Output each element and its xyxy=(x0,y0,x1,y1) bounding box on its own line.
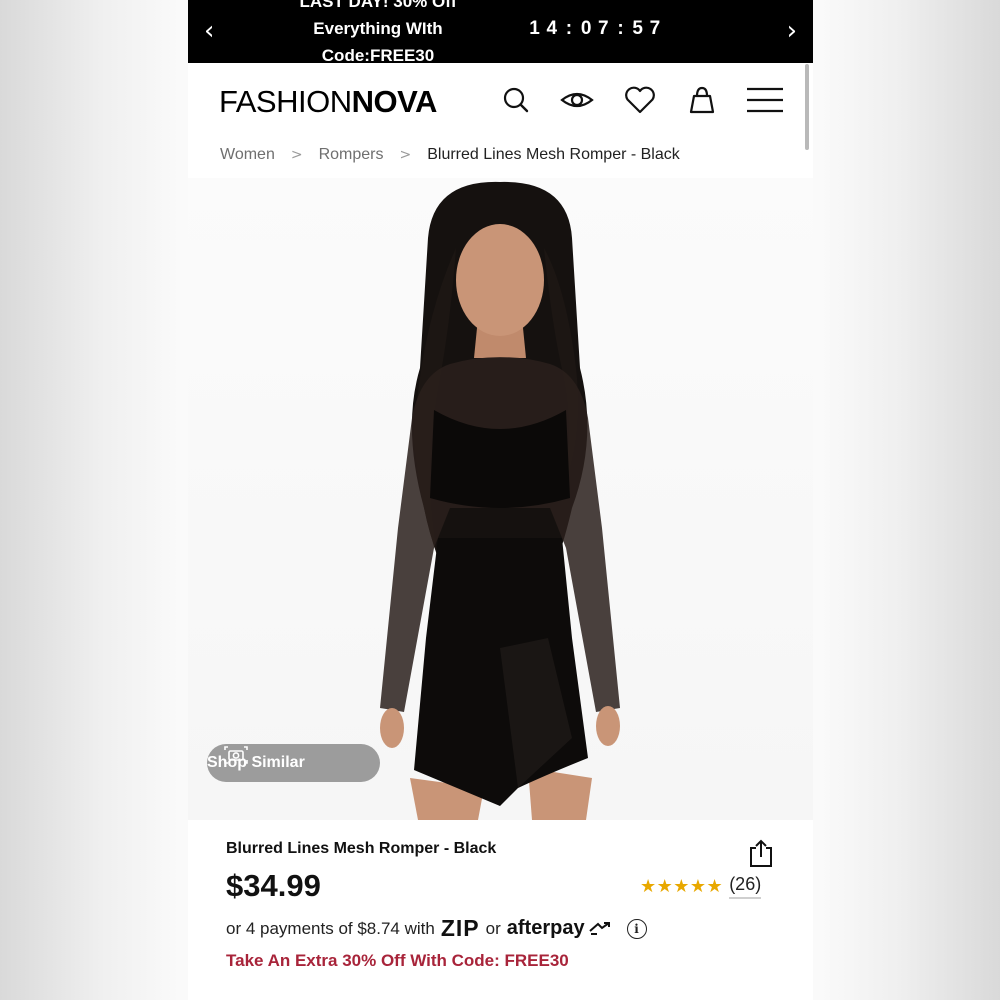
extra-discount-note: Take An Extra 30% Off With Code: FREE30 xyxy=(226,951,569,970)
timer-separator: : xyxy=(617,18,624,39)
share-icon[interactable] xyxy=(748,838,774,868)
logo-text-thin: FASHION xyxy=(219,84,352,119)
shop-similar-label: Shop Similar xyxy=(207,754,305,771)
timer-digit: 0 xyxy=(580,18,592,39)
breadcrumb-current: Blurred Lines Mesh Romper - Black xyxy=(427,146,680,163)
timer-digit: 7 xyxy=(649,18,661,39)
timer-digit: 1 xyxy=(529,18,540,39)
product-title: Blurred Lines Mesh Romper - Black xyxy=(226,840,497,857)
camera-icon xyxy=(224,746,248,764)
timer-digit: 4 xyxy=(546,18,558,39)
product-rating[interactable]: ★★★★★ (26) xyxy=(640,874,762,899)
timer-digit: 5 xyxy=(632,18,643,39)
promo-prev-arrow[interactable]: ‹ xyxy=(204,16,214,46)
breadcrumb-rompers[interactable]: Rompers xyxy=(319,146,384,164)
bag-icon[interactable] xyxy=(687,85,717,115)
fashion-nova-logo[interactable]: FASHIONNOVA xyxy=(219,84,437,120)
page-scrollbar[interactable] xyxy=(805,64,809,150)
installment-or: or xyxy=(485,918,501,938)
afterpay-arrows-icon xyxy=(588,921,610,935)
installment-text: or 4 payments of $8.74 with xyxy=(226,918,435,938)
promo-message[interactable]: LAST DAY! 30% Off Everything WIth Code:F… xyxy=(288,0,468,69)
info-icon[interactable]: i xyxy=(626,918,647,939)
rating-stars-icon: ★★★★★ xyxy=(640,876,724,897)
timer-digit: 7 xyxy=(598,18,609,39)
zip-logo[interactable]: ZIP xyxy=(441,915,480,942)
search-icon[interactable] xyxy=(501,85,531,115)
breadcrumb-separator: > xyxy=(399,147,412,163)
heart-icon[interactable] xyxy=(623,85,657,115)
shop-similar-button[interactable]: Shop Similar xyxy=(207,744,380,782)
countdown-timer: 1 4 : 0 7 : 5 7 xyxy=(526,18,664,40)
breadcrumb: Women > Rompers > Blurred Lines Mesh Rom… xyxy=(220,146,680,164)
product-page: ‹ LAST DAY! 30% Off Everything WIth Code… xyxy=(188,0,813,1000)
promo-line-1: LAST DAY! 30% Off xyxy=(299,0,457,11)
product-price: $34.99 xyxy=(226,868,321,903)
timer-separator: : xyxy=(565,18,573,39)
site-header: FASHIONNOVA xyxy=(188,63,813,141)
breadcrumb-separator: > xyxy=(290,147,303,163)
review-count[interactable]: (26) xyxy=(729,874,762,899)
menu-icon[interactable] xyxy=(746,85,784,115)
afterpay-logo[interactable]: afterpay xyxy=(507,917,585,940)
promo-next-arrow[interactable]: › xyxy=(787,16,797,46)
promo-banner: ‹ LAST DAY! 30% Off Everything WIth Code… xyxy=(188,0,813,65)
logo-text-bold: NOVA xyxy=(351,84,438,119)
breadcrumb-women[interactable]: Women xyxy=(220,146,275,164)
product-image[interactable]: Shop Similar xyxy=(188,178,813,820)
promo-line-2: Everything WIth xyxy=(313,19,443,38)
eye-icon[interactable] xyxy=(560,85,594,115)
model-illustration xyxy=(380,181,620,820)
installment-info: or 4 payments of $8.74 with ZIP or after… xyxy=(226,915,647,942)
